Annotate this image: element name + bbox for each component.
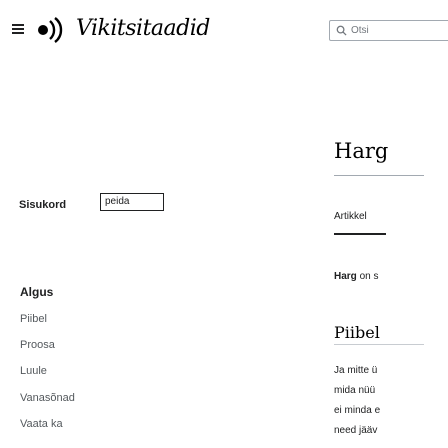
menu-bar xyxy=(12,28,24,30)
search-input[interactable] xyxy=(351,25,448,36)
lead-paragraph: Harg on s xyxy=(334,271,378,282)
toc-item-piibel[interactable]: Piibel xyxy=(20,313,47,325)
site-wordmark[interactable]: Vikitsitaadid xyxy=(76,16,210,41)
section-heading-piibel: Piibel xyxy=(334,323,380,342)
quote-line: mida nüü xyxy=(334,385,376,396)
page-title: Harg xyxy=(334,139,389,163)
main-menu-button[interactable] xyxy=(12,24,24,34)
lead-bold-term: Harg xyxy=(334,271,357,282)
tab-article[interactable]: Artikkel xyxy=(334,211,367,222)
search-icon xyxy=(336,25,347,36)
toc-label: Sisukord xyxy=(19,199,67,211)
search-box[interactable] xyxy=(329,20,448,41)
menu-bar xyxy=(12,32,24,34)
lead-text: on s xyxy=(356,271,379,282)
toc-item-vanasonad[interactable]: Vanasõnad xyxy=(20,392,75,404)
quote-line: ei minda e xyxy=(334,405,381,416)
tab-active-indicator xyxy=(334,233,386,235)
toc-item-luule[interactable]: Luule xyxy=(20,365,47,377)
section-divider xyxy=(334,344,424,345)
toc-hide-toggle[interactable]: peida xyxy=(100,193,164,211)
toc-item-vaata-ka[interactable]: Vaata ka xyxy=(20,418,63,430)
title-divider xyxy=(334,175,424,176)
quote-line: Ja mitte ü xyxy=(334,365,378,376)
toc-heading[interactable]: Algus xyxy=(20,285,53,299)
quote-line: need jääv xyxy=(334,425,378,436)
wikiquote-logo-icon[interactable] xyxy=(36,15,66,45)
menu-bar xyxy=(12,24,24,26)
toc-item-proosa[interactable]: Proosa xyxy=(20,339,55,351)
